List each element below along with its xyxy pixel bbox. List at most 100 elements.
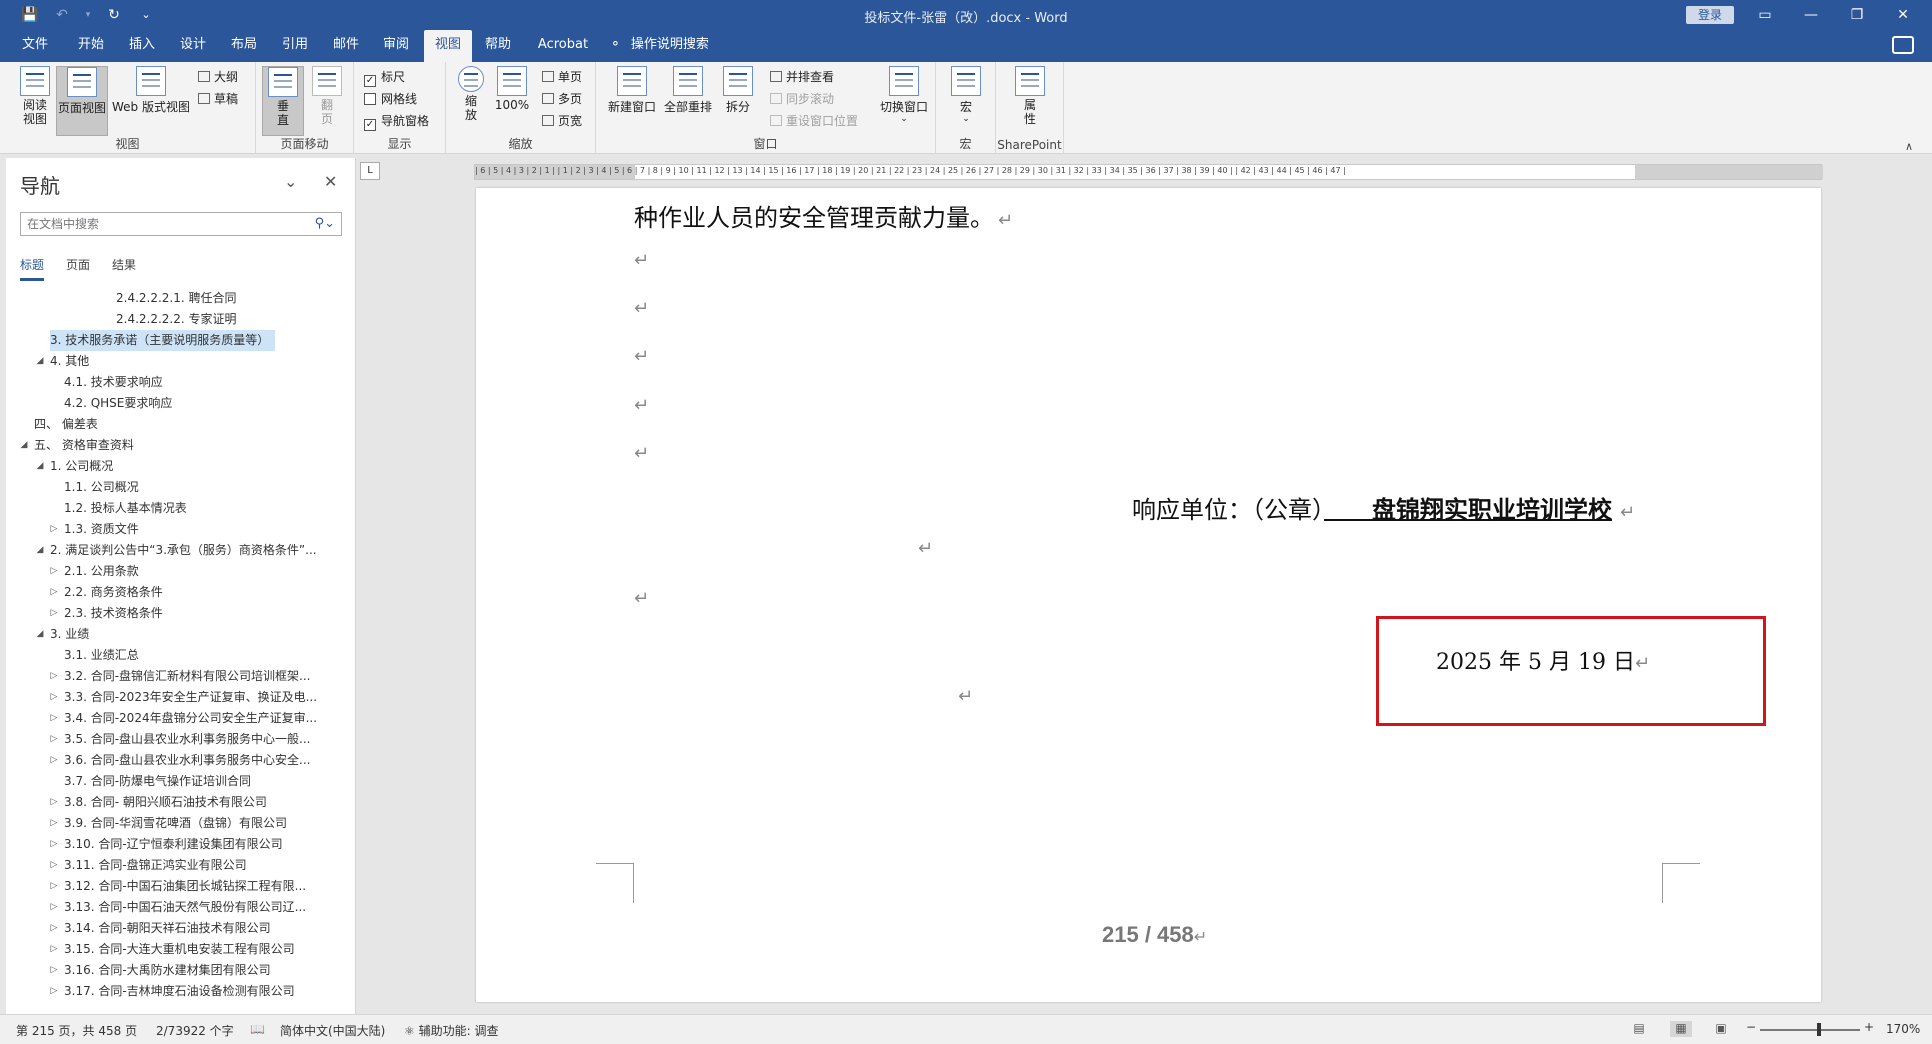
page-count[interactable]: 第 215 页，共 458 页 xyxy=(16,1022,137,1039)
nav-tab-pages[interactable]: 页面 xyxy=(66,256,90,281)
split-button[interactable]: 拆分 xyxy=(718,66,758,115)
tab-references[interactable]: 引用 xyxy=(274,30,316,62)
language-indicator[interactable]: 简体中文(中国大陆) xyxy=(280,1022,385,1039)
nav-heading-item[interactable]: ▷ 3.9. 合同-华润雪花啤酒（盘锦）有限公司 xyxy=(6,813,355,834)
expand-icon[interactable]: ▷ xyxy=(48,729,60,750)
collapse-icon[interactable]: ◢ xyxy=(34,456,46,477)
tab-review[interactable]: 审阅 xyxy=(375,30,417,62)
expand-icon[interactable]: ▷ xyxy=(48,687,60,708)
web-layout-view-icon[interactable]: ▣ xyxy=(1710,1021,1732,1037)
nav-heading-item[interactable]: ◢ 2. 满足谈判公告中“3.承包（服务）商资格条件”... xyxy=(6,540,355,561)
nav-search-input[interactable]: 在文档中搜索 ⚲⌄ xyxy=(20,212,342,236)
new-window-button[interactable]: 新建窗口 xyxy=(606,66,658,115)
ruler-checkbox[interactable]: ✓ 标尺 xyxy=(364,68,405,87)
expand-icon[interactable]: ▷ xyxy=(48,582,60,603)
macros-button[interactable]: 宏 ⌄ xyxy=(948,66,984,124)
zoom-level[interactable]: 170% xyxy=(1886,1022,1920,1036)
nav-heading-item[interactable]: ▷ 3.2. 合同-盘锦信汇新材料有限公司培训框架... xyxy=(6,666,355,687)
expand-icon[interactable]: ▷ xyxy=(48,897,60,918)
print-layout-button[interactable]: 页面视图 xyxy=(56,66,108,136)
nav-heading-item[interactable]: 4.1. 技术要求响应 xyxy=(6,372,355,393)
nav-heading-item[interactable]: 四、 偏差表 xyxy=(6,414,355,435)
expand-icon[interactable]: ▷ xyxy=(48,666,60,687)
zoom-out-button[interactable]: − xyxy=(1746,1020,1756,1034)
collapse-icon[interactable]: ◢ xyxy=(34,624,46,645)
horizontal-ruler[interactable]: | 6 | 5 | 4 | 3 | 2 | 1 | | 1 | 2 | 3 | … xyxy=(474,164,1823,180)
nav-heading-item[interactable]: ▷ 3.14. 合同-朝阳天祥石油技术有限公司 xyxy=(6,918,355,939)
nav-heading-item[interactable]: ◢ 3. 业绩 xyxy=(6,624,355,645)
nav-heading-item[interactable]: ▷ 3.12. 合同-中国石油集团长城钻探工程有限... xyxy=(6,876,355,897)
collapse-ribbon-icon[interactable]: ∧ xyxy=(1905,140,1913,153)
expand-icon[interactable]: ▷ xyxy=(48,750,60,771)
nav-heading-item[interactable]: ▷ 3.6. 合同-盘山县农业水利事务服务中心安全... xyxy=(6,750,355,771)
zoom-slider[interactable] xyxy=(1760,1023,1860,1036)
nav-heading-item[interactable]: 1.1. 公司概况 xyxy=(6,477,355,498)
expand-icon[interactable]: ▷ xyxy=(48,813,60,834)
nav-heading-item[interactable]: ◢ 1. 公司概况 xyxy=(6,456,355,477)
zoom-100-button[interactable]: 100% xyxy=(492,66,532,112)
tab-acrobat[interactable]: Acrobat xyxy=(532,30,594,62)
proofing-icon[interactable]: 📖 xyxy=(250,1022,265,1036)
expand-icon[interactable]: ▷ xyxy=(48,960,60,981)
side-to-side-button[interactable]: 翻 页 xyxy=(306,66,348,126)
word-count[interactable]: 2/73922 个字 xyxy=(156,1022,234,1039)
draft-button[interactable]: 草稿 xyxy=(198,90,238,108)
reset-window-position-button[interactable]: 重设窗口位置 xyxy=(770,112,858,130)
expand-icon[interactable]: ▷ xyxy=(48,603,60,624)
read-mode-button[interactable]: 阅读 视图 xyxy=(14,66,56,126)
accessibility-status[interactable]: ⚛ 辅助功能: 调查 xyxy=(404,1022,498,1039)
tab-mailings[interactable]: 邮件 xyxy=(325,30,367,62)
nav-heading-item[interactable]: ▷ 2.3. 技术资格条件 xyxy=(6,603,355,624)
nav-heading-item[interactable]: 3.1. 业绩汇总 xyxy=(6,645,355,666)
close-icon[interactable]: ✕ xyxy=(1888,3,1918,27)
tell-me-search[interactable]: ⚬ 操作说明搜索 xyxy=(610,30,709,62)
nav-heading-item[interactable]: 2.4.2.2.2.2. 专家证明 xyxy=(6,309,355,330)
nav-tab-headings[interactable]: 标题 xyxy=(20,256,45,281)
nav-options-icon[interactable]: ⌄ xyxy=(284,172,297,191)
tab-view[interactable]: 视图 xyxy=(424,30,472,62)
print-layout-view-icon[interactable]: ▦ xyxy=(1670,1021,1692,1037)
expand-icon[interactable]: ▷ xyxy=(48,561,60,582)
nav-heading-item[interactable]: 2.4.2.2.2.1. 聘任合同 xyxy=(6,288,355,309)
expand-icon[interactable]: ▷ xyxy=(48,981,60,1002)
comments-icon[interactable] xyxy=(1892,36,1914,54)
nav-tab-results[interactable]: 结果 xyxy=(112,256,136,281)
nav-heading-item[interactable]: ▷ 3.10. 合同-辽宁恒泰利建设集团有限公司 xyxy=(6,834,355,855)
nav-heading-item[interactable]: ▷ 2.2. 商务资格条件 xyxy=(6,582,355,603)
nav-pane-checkbox[interactable]: ✓ 导航窗格 xyxy=(364,112,429,131)
tab-insert[interactable]: 插入 xyxy=(121,30,163,62)
collapse-icon[interactable]: ◢ xyxy=(34,351,46,372)
expand-icon[interactable]: ▷ xyxy=(48,834,60,855)
vertical-button[interactable]: 垂 直 xyxy=(262,66,304,136)
collapse-icon[interactable]: ◢ xyxy=(18,435,30,456)
expand-icon[interactable]: ▷ xyxy=(48,876,60,897)
nav-heading-item[interactable]: ◢ 4. 其他 xyxy=(6,351,355,372)
nav-heading-item[interactable]: ▷ 3.11. 合同-盘锦正鸿实业有限公司 xyxy=(6,855,355,876)
nav-heading-item[interactable]: ▷ 3.16. 合同-大禹防水建材集团有限公司 xyxy=(6,960,355,981)
properties-button[interactable]: 属 性 xyxy=(1012,66,1048,126)
arrange-all-button[interactable]: 全部重排 xyxy=(662,66,714,115)
nav-heading-item[interactable]: ▷ 3.5. 合同-盘山县农业水利事务服务中心一般... xyxy=(6,729,355,750)
nav-heading-item[interactable]: ◢ 五、 资格审查资料 xyxy=(6,435,355,456)
one-page-button[interactable]: 单页 xyxy=(542,68,582,86)
nav-heading-item[interactable]: 1.2. 投标人基本情况表 xyxy=(6,498,355,519)
nav-heading-item[interactable]: ▷ 3.4. 合同-2024年盘锦分公司安全生产证复审... xyxy=(6,708,355,729)
nav-heading-item[interactable]: 4.2. QHSE要求响应 xyxy=(6,393,355,414)
expand-icon[interactable]: ▷ xyxy=(48,855,60,876)
nav-heading-item[interactable]: ▷ 3.15. 合同-大连大重机电安装工程有限公司 xyxy=(6,939,355,960)
tab-layout[interactable]: 布局 xyxy=(223,30,265,62)
document-page[interactable]: 种作业人员的安全管理贡献力量。 ↵ ↵ ↵ ↵ ↵ ↵ 响应单位：（公章） 盘锦翔… xyxy=(476,188,1821,1002)
minimize-icon[interactable]: — xyxy=(1796,3,1826,27)
collapse-icon[interactable]: ◢ xyxy=(34,540,46,561)
read-mode-view-icon[interactable]: ▤ xyxy=(1628,1021,1650,1037)
expand-icon[interactable]: ▷ xyxy=(48,708,60,729)
nav-heading-item[interactable]: ▷ 3.3. 合同-2023年安全生产证复审、换证及电... xyxy=(6,687,355,708)
gridlines-checkbox[interactable]: 网格线 xyxy=(364,90,417,108)
expand-icon[interactable]: ▷ xyxy=(48,918,60,939)
multiple-pages-button[interactable]: 多页 xyxy=(542,90,582,108)
nav-close-icon[interactable]: ✕ xyxy=(324,172,337,191)
nav-heading-item[interactable]: 3.7. 合同-防爆电气操作证培训合同 xyxy=(6,771,355,792)
login-button[interactable]: 登录 xyxy=(1686,6,1734,24)
nav-heading-item[interactable]: ▷ 2.1. 公用条款 xyxy=(6,561,355,582)
expand-icon[interactable]: ▷ xyxy=(48,939,60,960)
